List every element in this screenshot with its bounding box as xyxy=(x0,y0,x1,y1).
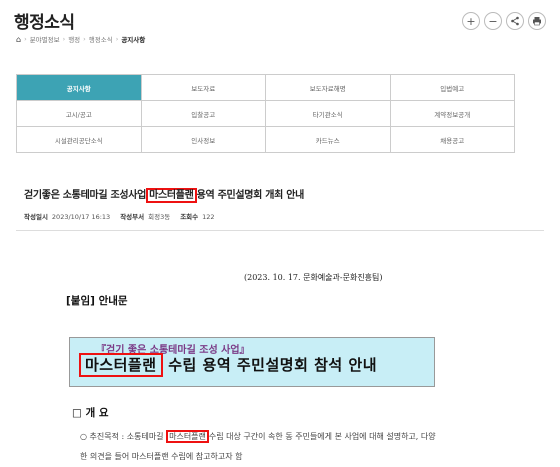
meta-views: 조회수 122 xyxy=(180,213,215,221)
print-button[interactable] xyxy=(528,12,546,30)
toolbar: + − xyxy=(462,12,546,30)
share-icon xyxy=(511,16,519,26)
home-icon[interactable]: ⌂ xyxy=(16,35,21,44)
tab-public-notice[interactable]: 고시/공고 xyxy=(17,101,142,127)
breadcrumb-current: 공지사항 xyxy=(121,36,146,44)
tab-recruitment[interactable]: 채용공고 xyxy=(390,127,515,153)
section-title: □ 개 요 xyxy=(72,407,109,419)
category-tabs: 공지사항 보도자료 보도자료해명 입법예고 고시/공고 입찰공고 타기관소식 계… xyxy=(16,74,515,153)
zoom-out-button[interactable]: − xyxy=(484,12,502,30)
post-title: 걷기좋은 소통테마길 조성사업 마스터플랜 용역 주민설명회 개최 안내 xyxy=(24,186,305,203)
para-highlight: 마스터플랜 xyxy=(166,430,209,443)
breadcrumb-item[interactable]: 행정 xyxy=(68,34,80,44)
tab-card-news[interactable]: 카드뉴스 xyxy=(266,127,391,153)
tab-personnel-info[interactable]: 인사정보 xyxy=(141,127,266,153)
post-title-highlight: 마스터플랜 xyxy=(146,188,197,203)
zoom-in-button[interactable]: + xyxy=(462,12,480,30)
share-button[interactable] xyxy=(506,12,524,30)
tab-press-clarification[interactable]: 보도자료해명 xyxy=(266,75,391,101)
tab-bid-notice[interactable]: 입찰공고 xyxy=(141,101,266,127)
attachment-title: [붙임] 안내문 xyxy=(66,295,128,307)
notice-banner: 『걷기 좋은 소통테마길 조성 사업』 마스터플랜 수립 용역 주민설명회 참석… xyxy=(69,337,435,387)
post-title-end: 용역 주민설명회 개최 안내 xyxy=(196,190,305,201)
doc-date-line: (2023. 10. 17. 문화예술과-문화진흥팀) xyxy=(244,273,383,282)
banner-highlight: 마스터플랜 xyxy=(79,353,163,377)
post-title-start: 걷기좋은 소통테마길 조성사업 xyxy=(24,190,147,201)
meta-author: 작성부서 회정3동 xyxy=(120,213,171,221)
banner-title-rest: 수립 용역 주민설명회 참석 안내 xyxy=(162,356,378,374)
overview-paragraph: ○ 추진목적 : 소통테마길 마스터플랜 수립 대상 구간이 속한 동 주민들에게… xyxy=(80,430,436,461)
post-meta: 작성일시 2023/10/17 16:13 작성부서 회정3동 조회수 122 xyxy=(24,211,215,221)
plus-icon: + xyxy=(466,14,476,28)
meta-date: 작성일시 2023/10/17 16:13 xyxy=(24,213,111,221)
tab-press-release[interactable]: 보도자료 xyxy=(141,75,266,101)
breadcrumb-item[interactable]: 분야별정보 xyxy=(30,34,60,44)
breadcrumb: ⌂ › 분야별정보 › 행정 › 행정소식 › 공지사항 xyxy=(16,34,146,45)
banner-title: 마스터플랜 수립 용역 주민설명회 참석 안내 xyxy=(79,353,378,377)
tab-other-agency-news[interactable]: 타기관소식 xyxy=(266,101,391,127)
divider xyxy=(16,230,544,231)
tab-legislation-notice[interactable]: 입법예고 xyxy=(390,75,515,101)
breadcrumb-item[interactable]: 행정소식 xyxy=(89,34,113,44)
print-icon xyxy=(533,17,541,26)
tab-notice[interactable]: 공지사항 xyxy=(17,75,142,101)
tab-facility-news[interactable]: 시설관리공단소식 xyxy=(17,127,142,153)
page-title: 행정소식 xyxy=(14,13,75,33)
tab-contract-info[interactable]: 계약정보공개 xyxy=(390,101,515,127)
minus-icon: − xyxy=(488,14,498,28)
